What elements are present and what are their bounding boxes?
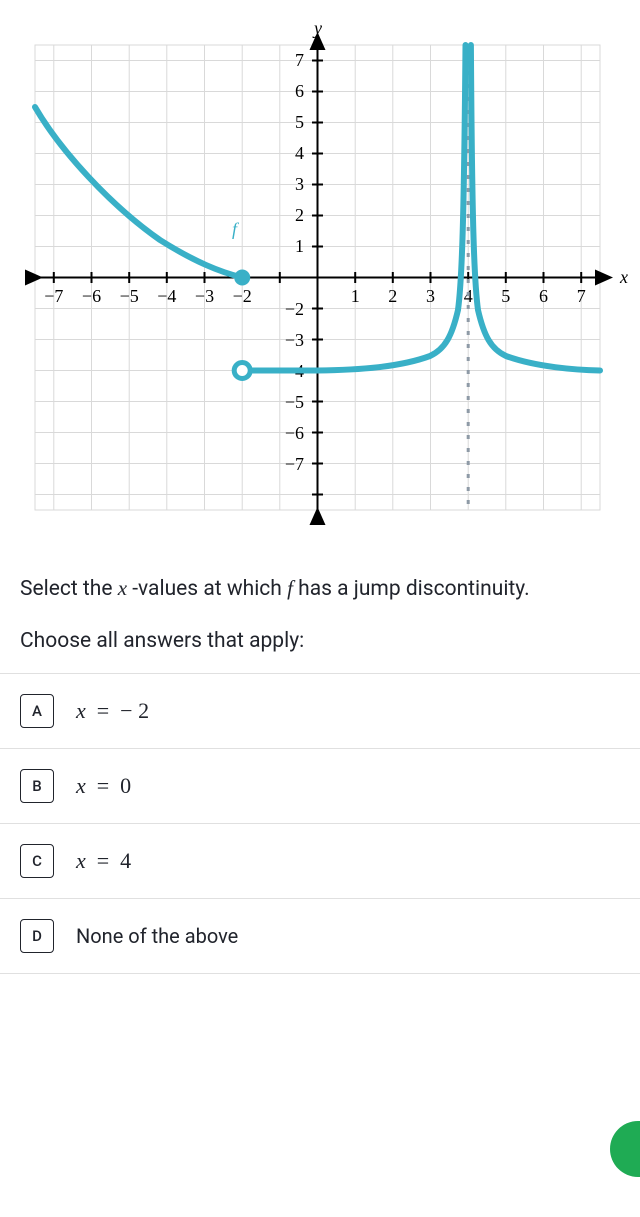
choice-label: None of the above [76,924,238,948]
closed-point [234,270,250,286]
svg-text:−7: −7 [44,286,63,306]
svg-text:−6: −6 [285,423,304,443]
svg-text:−6: −6 [82,286,101,306]
svg-text:6: 6 [539,286,548,306]
svg-text:−5: −5 [285,392,304,412]
chart-area: −7 −6 −5 −4 −3 −2 1 2 3 4 5 6 7 7 6 5 4 … [0,0,640,554]
svg-text:5: 5 [501,286,510,306]
function-graph: −7 −6 −5 −4 −3 −2 1 2 3 4 5 6 7 7 6 5 4 … [20,20,630,540]
choice-letter-box: A [20,694,54,728]
choice-a[interactable]: A x = − 2 [0,674,640,749]
svg-text:4: 4 [295,143,304,163]
svg-text:6: 6 [295,81,304,101]
choice-label: x = − 2 [76,698,149,724]
choice-d[interactable]: D None of the above [0,899,640,974]
svg-text:1: 1 [295,236,304,256]
answer-choices: A x = − 2 B x = 0 C x = 4 D None of the … [0,673,640,974]
tick-labels: −7 −6 −5 −4 −3 −2 1 2 3 4 5 6 7 7 6 5 4 … [44,50,585,474]
svg-text:3: 3 [426,286,435,306]
y-tick-minus2: −2 [285,299,304,319]
axes [35,40,605,515]
svg-text:−3: −3 [285,330,304,350]
svg-text:−5: −5 [120,286,139,306]
choice-letter-box: C [20,844,54,878]
function-label: f [232,219,240,239]
x-axis-label: x [619,267,628,287]
choice-label: x = 0 [76,773,131,799]
help-fab[interactable] [610,1121,640,1177]
choice-label: x = 4 [76,848,131,874]
svg-text:2: 2 [388,286,397,306]
instruction-text: Choose all answers that apply: [0,624,640,673]
y-axis-label: y [312,20,322,38]
svg-text:3: 3 [295,174,304,194]
svg-text:7: 7 [295,50,304,70]
svg-text:5: 5 [295,112,304,132]
choice-letter-box: D [20,919,54,953]
question-text: Select the x -values at which f has a ju… [0,554,640,624]
svg-text:7: 7 [577,286,586,306]
svg-text:−3: −3 [195,286,214,306]
open-point [234,363,250,379]
choice-c[interactable]: C x = 4 [0,824,640,899]
svg-text:1: 1 [351,286,360,306]
svg-text:−2: −2 [233,286,252,306]
choice-b[interactable]: B x = 0 [0,749,640,824]
svg-text:−7: −7 [285,454,304,474]
choice-letter-box: B [20,769,54,803]
svg-text:2: 2 [295,205,304,225]
svg-text:−4: −4 [157,286,176,306]
